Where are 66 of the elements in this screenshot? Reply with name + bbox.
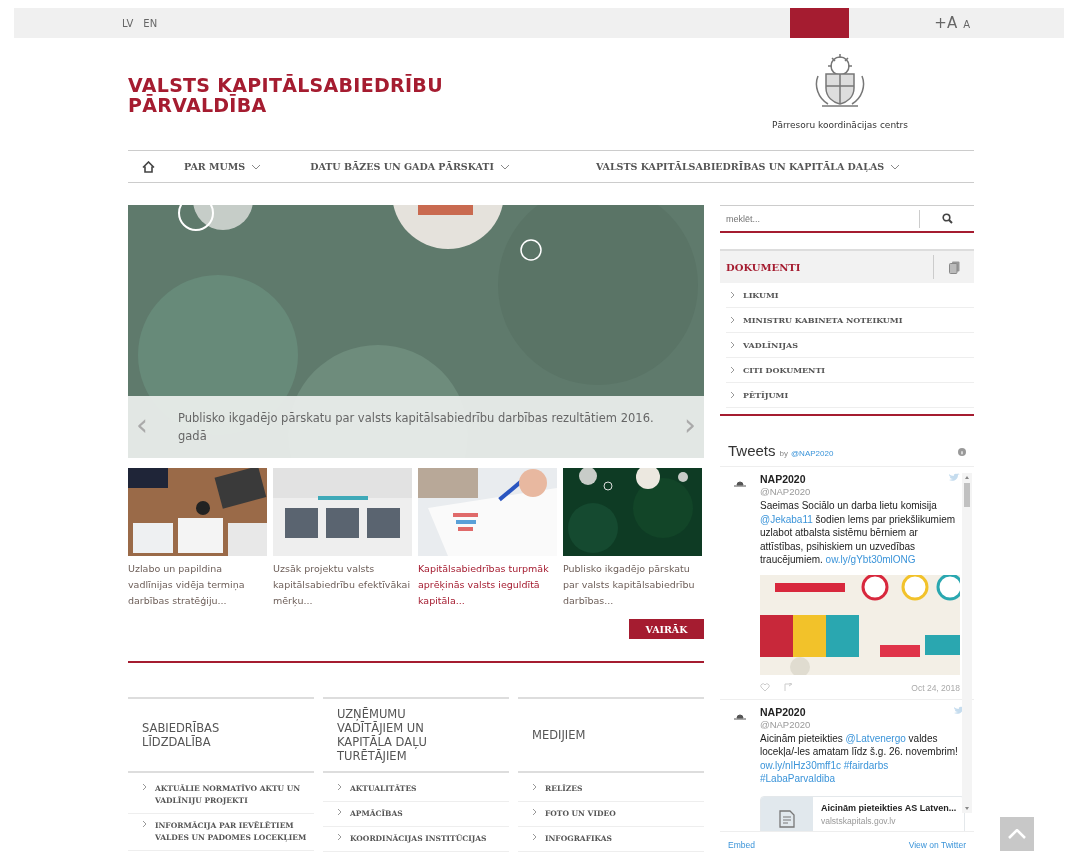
chevron-icon [730,316,735,324]
card-domain: valstskapitals.gov.lv [821,815,897,826]
document-link[interactable]: VADLĪNIJAS [726,333,974,358]
chevron-icon [337,808,342,816]
chevron-icon [730,291,735,299]
nav-item[interactable]: DATU BĀZES UN GADA PĀRSKATI [310,161,510,172]
chevron-icon [337,833,342,841]
heart-icon[interactable] [760,683,770,692]
caret-icon [890,163,901,170]
chevron-icon [730,391,735,399]
font-size-button[interactable]: A [963,19,970,30]
chevron-icon [142,783,147,791]
panel-title: DOKUMENTI [725,261,802,273]
tweet-text: Aicinām pieteikties @Latvenergo valdes locekļa/-les amatam līdz š.g. 26. novembrim! ow.ly/nIHz30mff1c #fairdarbs #LabaParvaldiba [760,731,959,786]
account-handle: @NAP2020 [760,486,811,497]
language-link[interactable]: LV [122,17,134,29]
home-icon[interactable] [142,160,155,173]
chevron-up-icon [1008,829,1026,839]
chevron-icon [337,783,342,791]
view-on-twitter-link[interactable]: View on Twitter [908,840,966,850]
search-field[interactable]: meklēt... [720,209,920,228]
nav-item[interactable]: PAR MUMS [184,161,262,172]
documents-icon [948,260,960,274]
scrollbar[interactable] [962,473,972,813]
document-icon [779,809,795,828]
chevron-icon [532,833,537,841]
chevron-icon [532,808,537,816]
news-title[interactable]: Uzsāk projektu valsts kapitālsabiedrību efektīvākai mērķu... [273,561,412,609]
site-title[interactable]: VALSTS KAPITĀLSABIEDRĪBU PĀRVALDĪBA [128,75,508,150]
document-link[interactable]: CITI DOKUMENTI [726,358,974,383]
news-title[interactable]: Kapitālsabiedrības turpmāk aprēķinās valsts ieguldītā kapitāla... [418,561,557,609]
scroll-to-top-button[interactable] [1000,817,1034,851]
slide-caption[interactable]: Publisko ikgadējo pārskatu par valsts kapitālsabiedrību darbības rezultātiem 2016. gadā [178,409,654,445]
card-title: Aicinām pieteikties AS Latven... [821,802,957,813]
column-heading: UZŅĒMUMU VADĪTĀJIEM UN KAPITĀLA DAĻU TURĒTĀJIEM [323,697,509,773]
accent-block [790,8,850,38]
nav-item[interactable]: VALSTS KAPITĀLSABIEDRĪBAS UN KAPITĀLA DAĻAS [595,161,901,172]
chevron-icon [532,783,537,791]
embed-link[interactable]: Embed [728,840,755,850]
account-name[interactable]: NAP2020 [760,705,811,718]
chevron-icon [730,341,735,349]
account-name[interactable]: NAP2020 [760,473,811,485]
column-heading: SABIEDRĪBAS LĪDZDALĪBA [128,697,314,773]
info-icon[interactable] [958,448,966,456]
document-link[interactable]: LIKUMI [726,283,974,308]
caret-icon [251,163,262,170]
more-button[interactable]: VAIRĀK [629,619,704,639]
tweet-text: Saeimas Sociālo un darba lietu komisija @Jekaba11 šodien lems par priekšlikumiem uzlabot atbalsta sistēmu bērniem ar attīstības, psihiskiem un uzvedības traucējumiem. ow.ly/gYbt30mlONG [760,499,957,567]
column-heading: MEDIJIEM [518,697,704,773]
emblem-caption: Pārresoru koordinācijas centrs [772,120,908,130]
search-icon [941,213,953,224]
document-link[interactable]: PĒTĪJUMI [726,383,974,408]
news-title[interactable]: Publisko ikgadējo pārskatu par valsts kapitālsabiedrību darbības... [563,561,702,609]
chevron-icon [142,820,147,828]
widget-title: Tweets [728,442,776,459]
link-card[interactable]: Aicinām pieteikties AS Latven... valstskapitals.gov.lv [760,795,966,831]
byline: by [779,449,788,458]
document-link[interactable]: MINISTRU KABINETA NOTEIKUMI [726,308,974,333]
bird-icon [949,473,960,482]
news-title[interactable]: Uzlabo un papildina vadlīnijas vidēja termiņa darbības stratēģiju... [128,561,267,609]
chevron-icon [730,366,735,374]
caret-icon [499,163,510,170]
account-handle: @NAP2020 [760,718,811,730]
language-link[interactable]: EN [143,17,158,29]
share-icon[interactable] [784,683,794,692]
font-size-button[interactable]: +A [934,14,958,32]
